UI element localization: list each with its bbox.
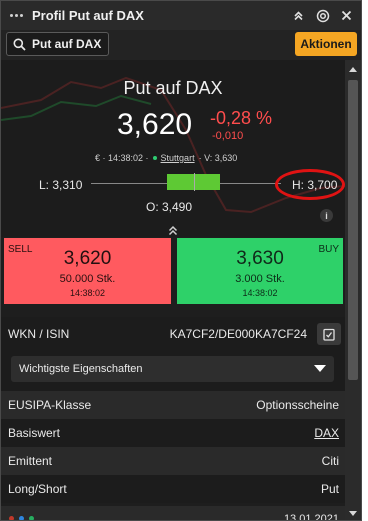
quote-meta: € · 14:38:02 · Stuttgart · V: 3,630 [95,153,237,163]
scrollbar[interactable] [345,60,361,520]
target-icon[interactable] [314,7,331,24]
buy-price: 3,630 [236,248,284,269]
property-row: Long/Short Put [1,475,345,503]
property-value: Put [320,482,339,496]
scroll-thumb[interactable] [348,80,358,380]
buy-time: 14:38:02 [242,288,278,298]
collapse-toggle[interactable] [1,225,345,237]
volume: · V: 3,630 [198,153,238,163]
buy-qty: 3.000 Stk. [235,273,285,285]
highlight-circle [275,169,345,200]
property-label: EUSIPA-Klasse [8,398,92,412]
product-name: Put auf DAX [123,78,223,98]
profile-content: Put auf DAX 3,620 -0,28 % -0,010 € · 14:… [1,60,345,521]
change-absolute: -0,010 [212,130,244,142]
property-value: Citi [321,454,339,468]
range-tick [194,173,195,191]
sell-qty: 50.000 Stk. [59,273,116,285]
meta-prefix: € · 14:38:02 · [95,153,149,163]
property-row: EUSIPA-Klasse Optionsscheine [1,391,345,419]
properties-dropdown[interactable]: Wichtigste Eigenschaften [11,356,334,382]
search-icon [13,38,26,51]
double-chevron-up-icon[interactable] [290,7,307,24]
quote-hero: Put auf DAX 3,620 -0,28 % -0,010 € · 14:… [1,60,345,225]
dropdown-selected: Wichtigste Eigenschaften [19,363,143,375]
search-input[interactable]: Put auf DAX [6,32,109,56]
profile-window: Profil Put auf DAX Put auf DAX Aktionen [0,0,362,521]
property-row: Basiswert DAX [1,419,345,447]
title-bar-controls [290,7,355,24]
double-chevron-up-icon [168,225,178,236]
loading-dots-icon [9,516,34,520]
more-dots-icon[interactable] [10,14,23,17]
scroll-down-icon[interactable] [349,511,357,516]
live-dot-icon [152,156,157,160]
close-icon[interactable] [338,7,355,24]
partial-date-row: 13.01.2021 [1,506,345,521]
info-icon[interactable]: i [320,209,333,222]
dropdown-area: Wichtigste Eigenschaften [1,351,345,391]
sell-time: 14:38:02 [69,288,106,298]
wkn-isin-row: WKN / ISIN KA7CF2/DE000KA7CF24 [1,317,345,351]
copy-button[interactable] [317,323,341,345]
last-price: 3,620 [117,108,193,141]
wkn-label: WKN / ISIN [8,327,70,341]
underlying-link[interactable]: DAX [314,426,339,440]
property-label: Basiswert [8,426,61,440]
partial-date-value: 13.01.2021 [283,513,339,521]
search-text: Put auf DAX [32,37,102,51]
copy-icon [323,328,335,341]
search-bar: Put auf DAX Aktionen [1,30,361,60]
property-value: Optionsscheine [256,398,339,412]
title-bar[interactable]: Profil Put auf DAX [1,1,361,30]
exchange-link[interactable]: Stuttgart [161,153,195,163]
actions-button[interactable]: Aktionen [295,32,357,56]
property-label: Long/Short [8,482,67,496]
sell-price: 3,620 [63,248,112,269]
buy-button[interactable]: BUY 3,630 3.000 Stk. 14:38:02 [177,238,343,304]
property-label: Emittent [8,454,53,468]
property-row: Emittent Citi [1,447,345,475]
wkn-value: KA7CF2/DE000KA7CF24 [169,327,307,341]
open-value: O: 3,490 [146,200,193,214]
scroll-up-icon[interactable] [349,67,357,72]
change-percent: -0,28 % [210,108,273,128]
low-value: L: 3,310 [39,178,83,192]
chevron-down-icon [314,365,326,372]
sell-button[interactable]: SELL 3,620 50.000 Stk. 14:38:02 [4,238,171,304]
window-title: Profil Put auf DAX [32,8,144,23]
